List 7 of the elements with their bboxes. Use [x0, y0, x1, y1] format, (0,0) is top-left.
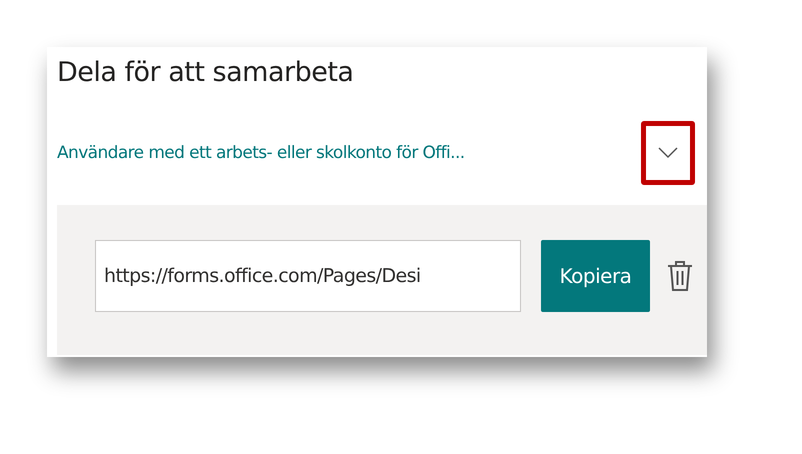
audience-dropdown[interactable]: Användare med ett arbets- eller skolkonto för Offi...: [57, 143, 641, 163]
trash-icon[interactable]: [667, 260, 693, 292]
chevron-down-icon: [658, 147, 678, 159]
expand-button[interactable]: [641, 121, 695, 185]
copy-button[interactable]: Kopiera: [541, 240, 650, 312]
link-field[interactable]: https://forms.office.com/Pages/Desi: [95, 240, 521, 312]
panel-title: Dela för att samarbeta: [57, 57, 354, 88]
